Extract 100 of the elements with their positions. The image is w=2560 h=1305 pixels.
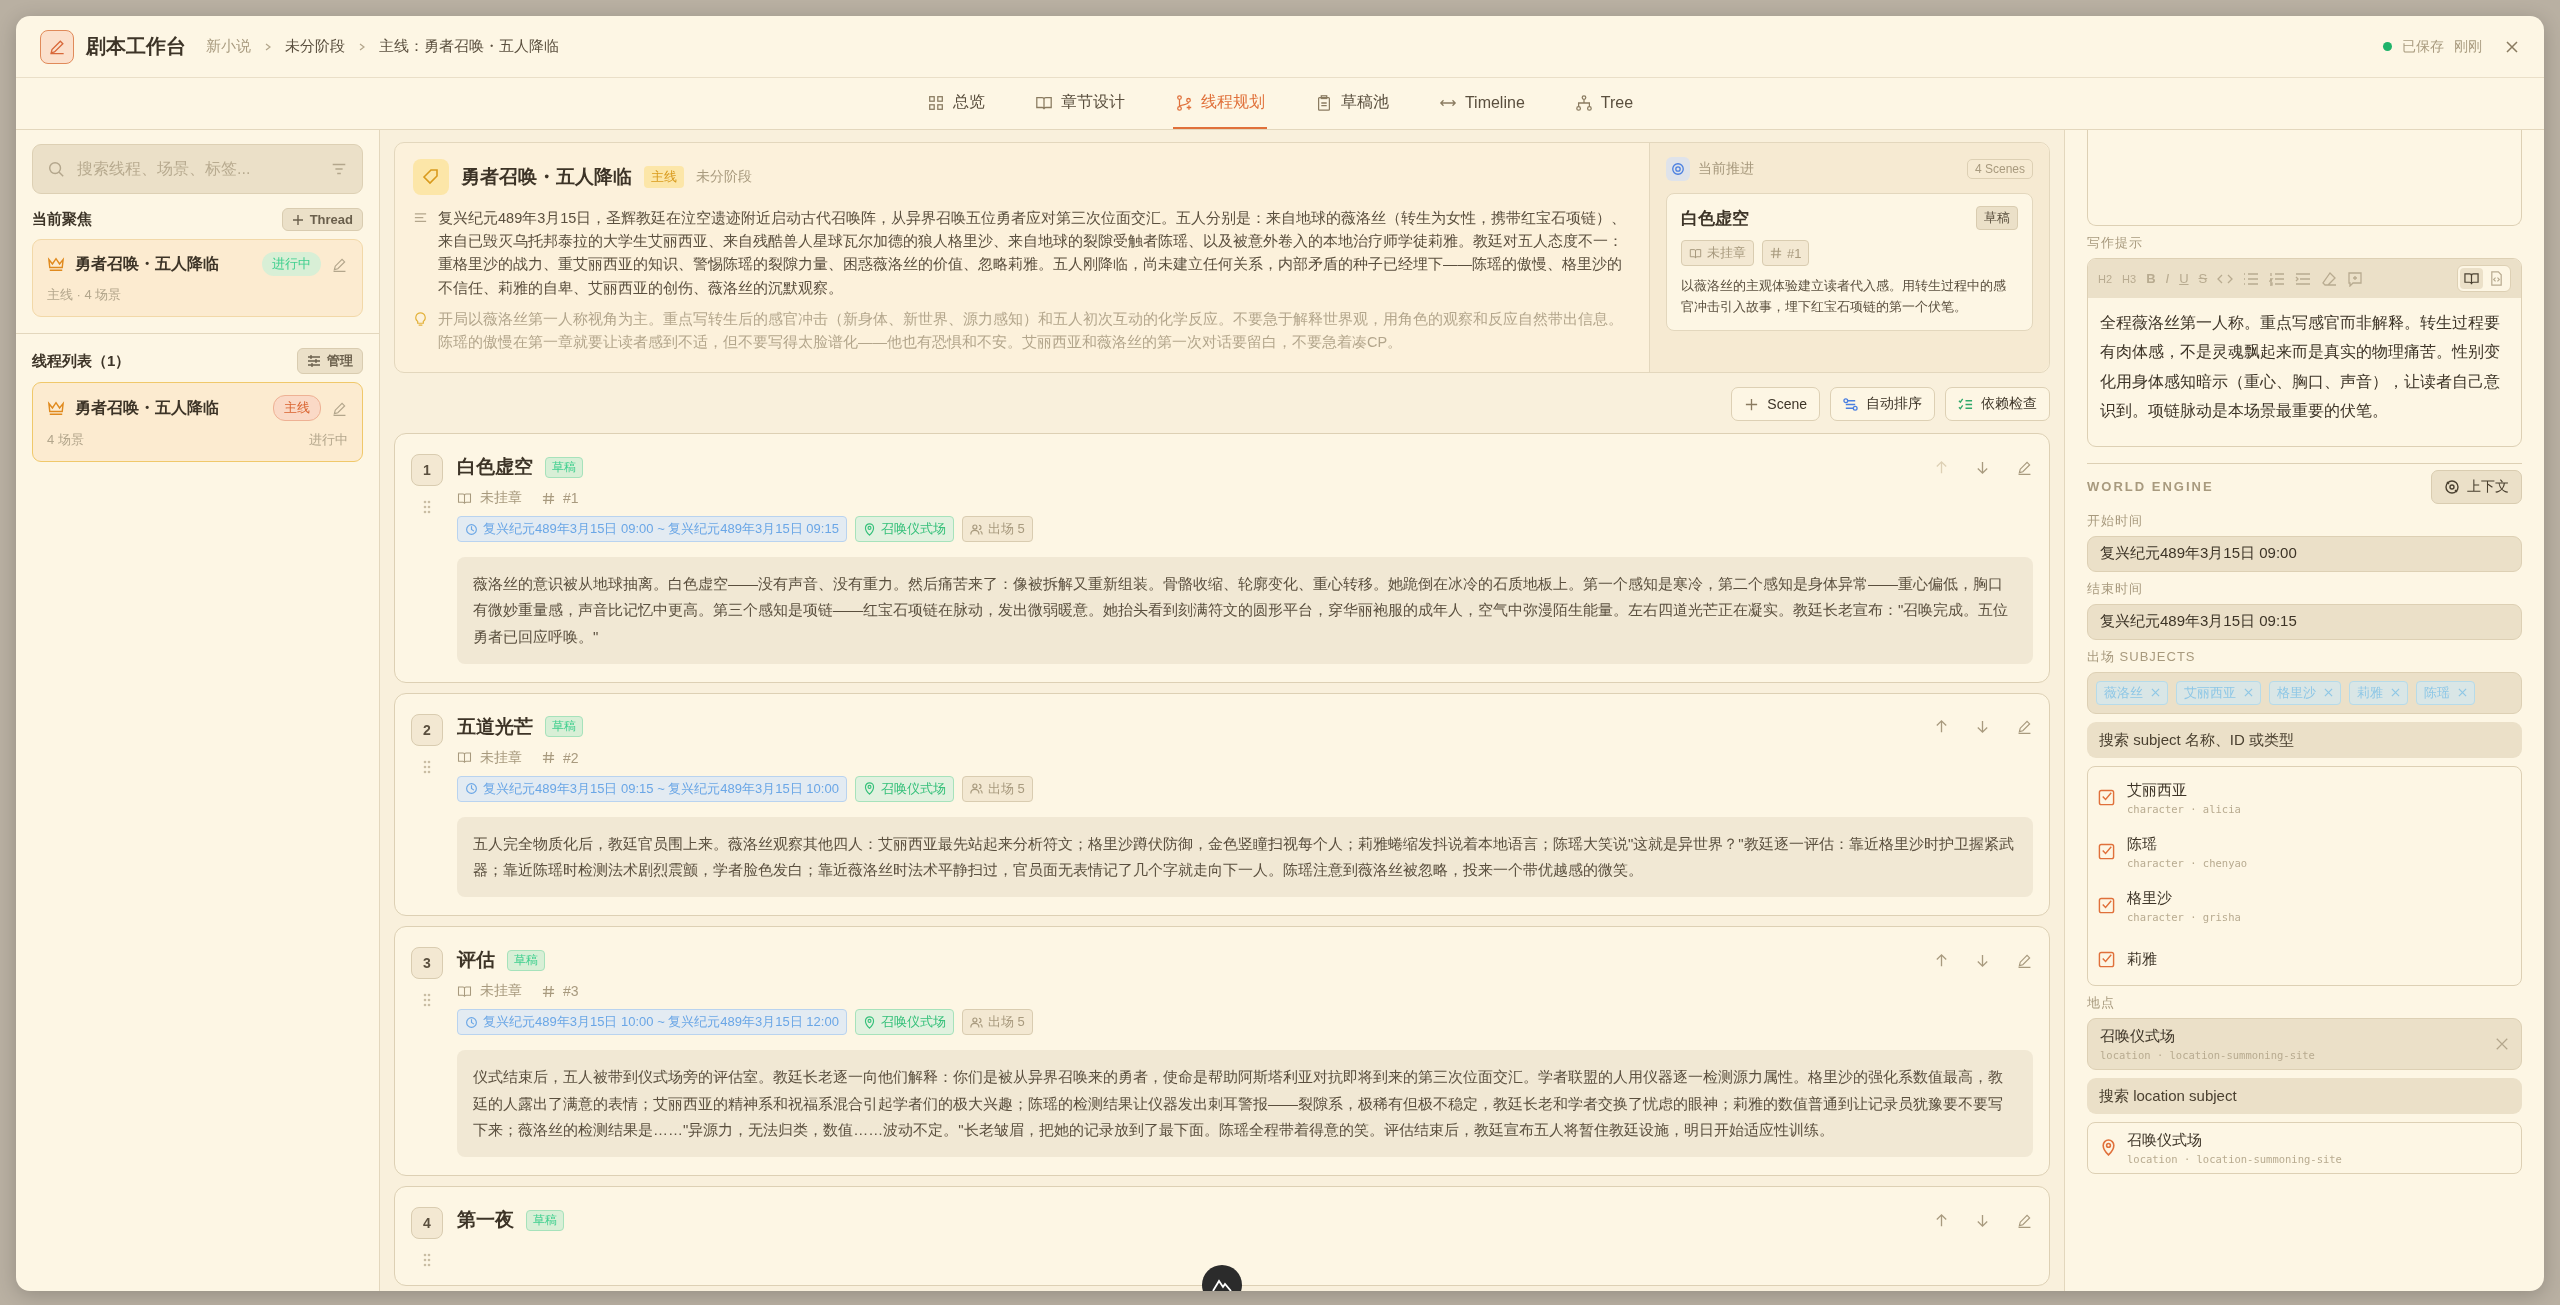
arrow-down-icon[interactable] [1975,952,1990,968]
book-icon [1689,246,1702,260]
checkbox[interactable] [2098,843,2115,861]
remove-icon[interactable] [2458,688,2467,698]
scene-card[interactable]: 4 第一夜 草稿 [394,1186,2050,1287]
drag-handle-icon[interactable] [423,759,431,774]
nav-tab[interactable]: 草稿池 [1312,78,1391,129]
location-search-field[interactable]: 搜索 location subject [2087,1077,2522,1114]
field-label: 开始时间 [2087,511,2144,530]
location-pin-icon [862,782,876,796]
chapter-label: 未挂章 [480,748,522,767]
format-icon[interactable] [2243,270,2260,287]
thread-search-field[interactable]: 搜索线程、场景、标签... [32,144,363,194]
scene-card[interactable] [394,433,2050,683]
scene-description: 以薇洛丝的主观体验建立读者代入感。用转生过程中的感官冲击引入故事，埋下红宝石项链的第一个伏笔。 [1681,277,2007,316]
location-name: 召唤仪式场 [2127,1130,2203,1150]
drag-handle-icon[interactable] [423,500,431,515]
view-mode-toggle[interactable] [2460,268,2483,289]
crown-icon [47,256,65,272]
format-icon[interactable] [2347,270,2364,287]
checkbox[interactable] [2098,951,2115,969]
people-icon [969,1015,983,1029]
subject-option[interactable]: 莉雅 [2088,932,2521,985]
context-button[interactable]: 上下文 [2431,469,2522,504]
location-chip: 召唤仪式场 [854,516,954,543]
breadcrumb-link[interactable]: 主线：勇者召唤・五人降临 [379,37,559,56]
clock-icon [465,522,478,536]
scene-card[interactable] [394,926,2050,1177]
section-title: 线程列表（1） [32,351,131,371]
format-icon[interactable] [2295,270,2312,287]
hash-icon [542,491,555,505]
section-title: 当前聚焦 [32,210,92,229]
remove-icon[interactable] [2391,688,2400,698]
writing-hint-editor[interactable]: H2 H3 B I U S 全程薇洛丝第一人称。重点写感官而非解释。转生过程要有肉体感，不是灵魂飘起来而是真实的物理痛苦。性别变化用身体感知暗示（重心、胸口、声音），让读者自己意识到。项链脉动是本场景最重要的伏笔。 [2087,258,2522,447]
scene-count: 4 场景 [47,431,84,449]
nav-tab[interactable]: Timeline [1436,78,1527,129]
thread-meta: 主线 · 4 场景 [47,286,123,304]
saved-dot-icon [2383,42,2392,51]
selected-location[interactable]: 召唤仪式场 location · location-summoning-site [2087,1017,2522,1070]
location-option[interactable]: 召唤仪式场 location · location-summoning-site [2087,1121,2522,1174]
status-badge: 草稿 [545,716,583,738]
status-badge: 草稿 [1976,206,2018,230]
drag-handle-icon[interactable] [423,993,431,1008]
breadcrumb-link[interactable]: 未分阶段 [285,37,345,56]
subject-name: 莉雅 [2127,950,2158,970]
remove-icon[interactable] [2244,688,2253,698]
subject-option[interactable]: 陈瑶 character · chenyao [2088,824,2521,879]
checkbox[interactable] [2098,789,2115,807]
checkbox[interactable] [2098,897,2115,915]
close-icon[interactable] [2504,38,2520,55]
manage-button[interactable]: 管理 [297,348,363,374]
format-icon[interactable] [2321,270,2338,287]
sliders-icon [307,355,321,367]
save-time: 刚刚 [2454,37,2482,56]
close-icon[interactable] [2495,1036,2509,1051]
add-thread-button[interactable]: Thread [281,208,363,231]
nav-tab[interactable]: 章节设计 [1032,78,1127,129]
toolbar-button[interactable]: Scene [1731,387,1820,422]
time-range-chip: 复兴纪元489年3月15日 09:00 ~ 复兴纪元489年3月15日 09:15 [457,516,847,543]
focus-thread-card[interactable]: 勇者召唤・五人降临 进行中 主线 · 4 场景 [32,239,363,317]
lightbulb-icon [413,311,428,327]
arrow-up-icon[interactable] [1934,459,1949,475]
chapter-label: 未挂章 [480,489,522,508]
arrow-down-icon[interactable] [1975,719,1990,735]
toolbar-button[interactable]: 依赖检查 [1945,387,2050,422]
format-icon[interactable] [2269,270,2286,287]
arrow-down-icon[interactable] [1975,1212,1990,1228]
time-range-chip: 复兴纪元489年3月15日 09:15 ~ 复兴纪元489年3月15日 10:00 [457,775,847,802]
arrow-down-icon[interactable] [1975,459,1990,475]
arrow-up-icon[interactable] [1934,1212,1949,1228]
field-label: 地点 [2087,993,2116,1012]
drag-handle-icon[interactable] [423,1253,431,1268]
current-scene-card[interactable]: 白色虚空 草稿 未挂章 #1 以薇洛丝的主观体验建立读者代入感。用转生过程中的感官冲击引入故事，埋下红宝石项链的第一个伏笔。 [1666,193,2033,331]
arrow-up-icon[interactable] [1934,952,1949,968]
grid-icon [926,93,945,112]
nav-tab[interactable]: 总览 [924,78,987,129]
nav-tab[interactable]: Tree [1572,78,1636,129]
thread-list-item[interactable]: 勇者召唤・五人降临 主线 4 场景 进行中 [32,382,363,462]
edit-icon[interactable] [2016,718,2033,736]
subject-search-field[interactable]: 搜索 subject 名称、ID 或类型 [2087,721,2522,758]
location-pin-icon [862,1015,876,1029]
subject-option[interactable]: 艾丽西亚 character · alicia [2088,770,2521,825]
scene-number: 3 [411,947,443,980]
end-time-field[interactable]: 复兴纪元489年3月15日 09:15 [2087,603,2522,640]
arrow-up-icon[interactable] [1934,719,1949,735]
thread-search-input[interactable]: 搜索线程、场景、标签... [75,159,320,179]
people-icon [969,782,983,796]
thread-status: 进行中 [309,431,348,449]
chapter-chip: 未挂章 [1681,240,1754,266]
remove-icon[interactable] [2324,688,2333,698]
thread-title: 勇者召唤・五人降临 [75,397,220,418]
field-label: 结束时间 [2087,579,2144,598]
remove-icon[interactable] [2151,688,2160,698]
toolbar-button[interactable]: 自动排序 [1830,387,1935,422]
start-time-field[interactable]: 复兴纪元489年3月15日 09:00 [2087,535,2522,572]
clock-icon [465,1015,478,1029]
subject-option[interactable]: 格里沙 character · grisha [2088,878,2521,933]
tree-icon [1574,93,1593,112]
scene-title: 评估 [457,948,495,973]
scene-card[interactable] [394,692,2050,917]
